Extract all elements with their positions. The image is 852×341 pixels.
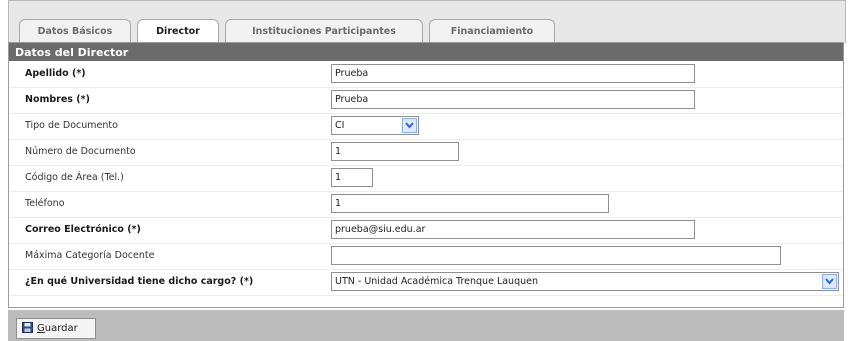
tab-label: Financiamiento (450, 25, 534, 37)
floppy-disk-icon (22, 321, 33, 336)
tab-label: Datos Básicos (37, 25, 113, 37)
tipo-documento-value: CI (335, 120, 345, 131)
universidad-value: UTN - Unidad Académica Trenque Lauquen (335, 276, 538, 287)
universidad-select[interactable]: UTN - Unidad Académica Trenque Lauquen (331, 272, 839, 291)
save-button[interactable]: Guardar (16, 318, 96, 339)
tab-bar: Datos Básicos Director Instituciones Par… (8, 0, 846, 43)
telefono-label: Teléfono (25, 198, 65, 209)
form-row-categoria-docente: Máxima Categoría Docente (9, 243, 843, 270)
director-form-panel: Datos del Director Apellido (*) Prueba N… (8, 42, 844, 308)
correo-label: Correo Electrónico (*) (25, 224, 141, 235)
form-footer: Guardar (8, 310, 844, 341)
form-row-numero-documento: Número de Documento 1 (9, 139, 843, 166)
form-row-codigo-area: Código de Área (Tel.) 1 (9, 165, 843, 192)
tipo-documento-label: Tipo de Documento (25, 120, 118, 131)
tab-financiamiento[interactable]: Financiamiento (429, 19, 555, 42)
apellido-label: Apellido (*) (25, 68, 86, 79)
save-button-label: Guardar (37, 323, 78, 334)
codigo-area-label: Código de Área (Tel.) (25, 172, 124, 183)
chevron-down-icon[interactable] (822, 274, 837, 289)
codigo-area-input[interactable]: 1 (331, 168, 373, 187)
tipo-documento-select[interactable]: CI (331, 116, 419, 135)
form-row-nombres: Nombres (*) Prueba (9, 87, 843, 114)
form-row-apellido: Apellido (*) Prueba (9, 61, 843, 88)
nombres-input[interactable]: Prueba (331, 90, 695, 109)
numero-documento-input[interactable]: 1 (331, 142, 459, 161)
apellido-input[interactable]: Prueba (331, 64, 695, 83)
correo-input[interactable]: prueba@siu.edu.ar (331, 220, 695, 239)
numero-documento-label: Número de Documento (25, 146, 136, 157)
form-row-correo: Correo Electrónico (*) prueba@siu.edu.ar (9, 217, 843, 244)
tab-label: Director (156, 26, 200, 37)
panel-title: Datos del Director (9, 43, 843, 61)
tab-datos-basicos[interactable]: Datos Básicos (19, 19, 131, 42)
tab-label: Instituciones Participantes (252, 25, 396, 37)
form-row-telefono: Teléfono 1 (9, 191, 843, 218)
nombres-label: Nombres (*) (25, 94, 90, 105)
telefono-input[interactable]: 1 (331, 194, 609, 213)
form-row-tipo-documento: Tipo de Documento CI (9, 113, 843, 140)
chevron-down-icon[interactable] (402, 118, 417, 133)
universidad-label: ¿En qué Universidad tiene dicho cargo? (… (25, 276, 254, 287)
tab-instituciones-participantes[interactable]: Instituciones Participantes (225, 19, 423, 42)
categoria-docente-input[interactable] (331, 246, 781, 265)
tab-director[interactable]: Director (137, 19, 219, 43)
form-row-universidad: ¿En qué Universidad tiene dicho cargo? (… (9, 269, 843, 296)
categoria-docente-label: Máxima Categoría Docente (25, 250, 155, 261)
